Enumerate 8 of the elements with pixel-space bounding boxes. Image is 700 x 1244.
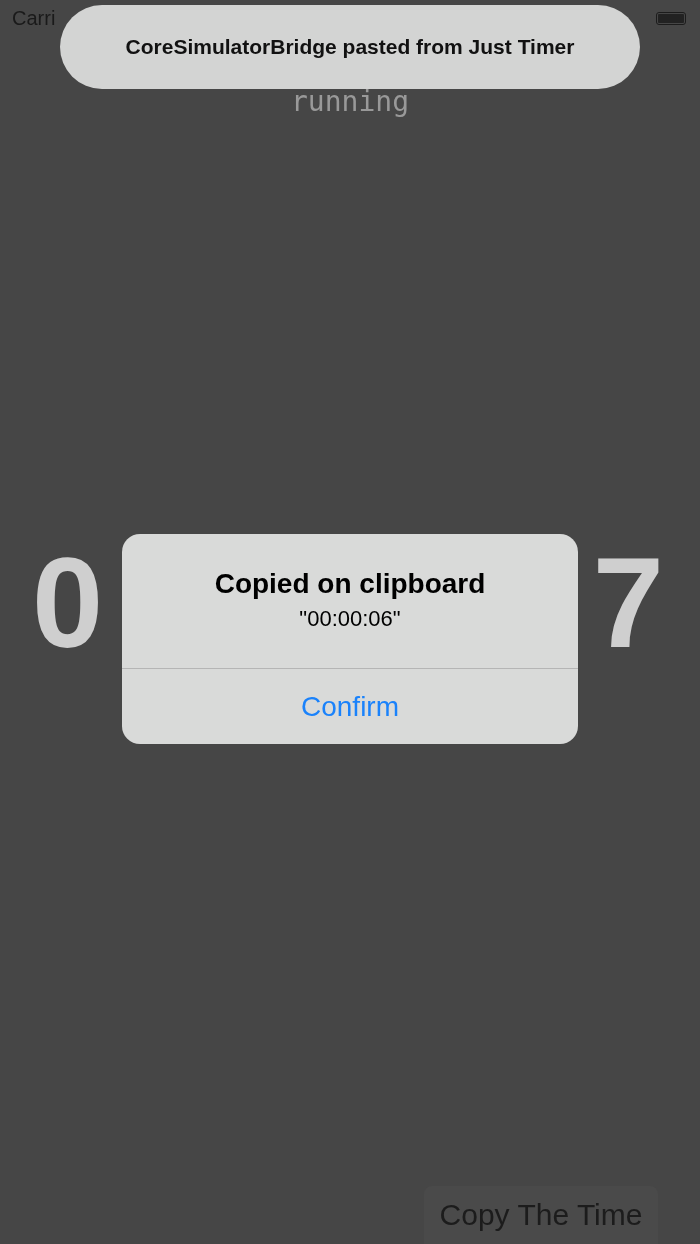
toast-text: CoreSimulatorBridge pasted from Just Timer (125, 35, 575, 59)
alert-message: "00:00:06" (299, 606, 401, 632)
timer-digit: 7 (592, 538, 664, 668)
timer-digit: 0 (32, 538, 104, 668)
confirm-button[interactable]: Confirm (122, 669, 578, 744)
battery-icon (656, 11, 686, 25)
timer-state: running (290, 84, 410, 120)
alert-title: Copied on clipboard (214, 567, 486, 601)
